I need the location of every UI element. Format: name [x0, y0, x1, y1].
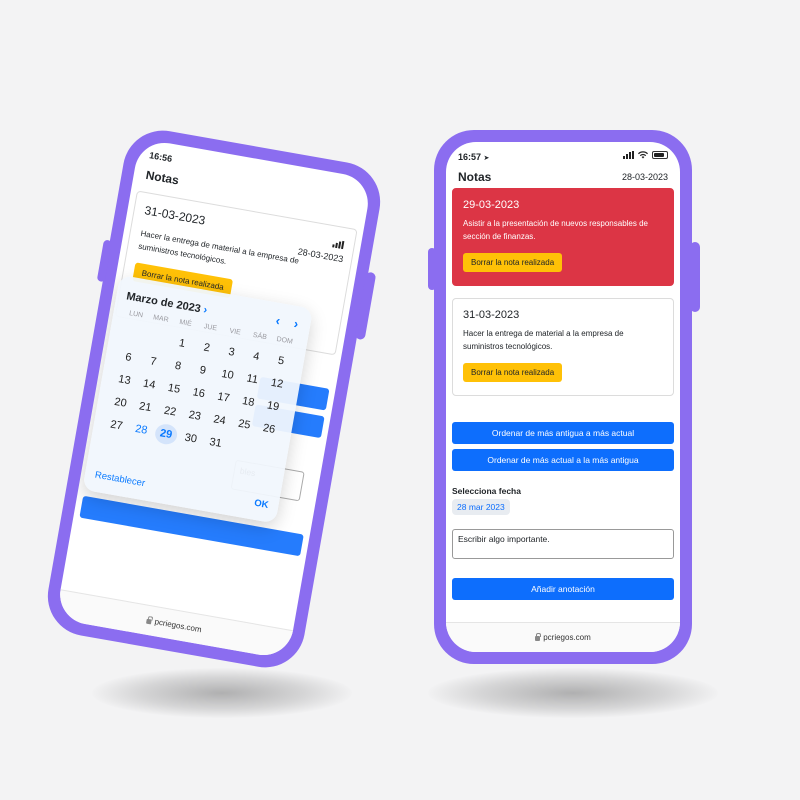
calendar-empty-cell [251, 440, 279, 464]
calendar-day[interactable]: 27 [102, 413, 130, 437]
calendar-weekday: VIE [228, 327, 242, 337]
note-card-urgent: 29-03-2023 Asistir a la presentación de … [452, 188, 674, 286]
signal-icon [332, 239, 345, 250]
reset-button[interactable]: Restablecer [94, 470, 146, 490]
right-phone-shadow [428, 668, 718, 718]
calendar-weekday: DOM [275, 336, 294, 346]
right-phone: 16:57 ➤ Notas 28-03-2023 29-03-2023 Asis… [428, 130, 700, 664]
note-text: Hacer la entrega de material a la empres… [463, 329, 624, 351]
right-phone-screen: 16:57 ➤ Notas 28-03-2023 29-03-2023 Asis… [446, 142, 680, 652]
status-time-text: 16:57 [458, 152, 482, 162]
calendar-day[interactable]: 9 [189, 359, 217, 383]
power-button [690, 242, 700, 312]
calendar-weekday: LUN [128, 310, 144, 320]
wifi-icon [638, 151, 648, 159]
calendar-weekday: JUE [203, 323, 218, 333]
ok-button[interactable]: OK [253, 498, 269, 511]
note-input[interactable]: Escribir algo importante. [452, 529, 674, 559]
calendar-nav: ‹ › [275, 313, 300, 332]
calendar-day[interactable]: 10 [213, 363, 241, 387]
previous-month-icon[interactable]: ‹ [275, 313, 282, 329]
calendar-day[interactable]: 3 [217, 340, 245, 364]
delete-note-button[interactable]: Borrar la nota realizada [463, 363, 563, 382]
calendar-empty-cell [118, 323, 146, 347]
next-month-icon[interactable]: › [293, 316, 300, 332]
lock-icon [146, 618, 152, 625]
status-time: 16:57 ➤ [458, 152, 489, 162]
note-date: 29-03-2023 [463, 199, 520, 211]
select-date-label: Selecciona fecha [452, 486, 521, 496]
calendar-weekday: MAR [152, 314, 170, 324]
note-date: 31-03-2023 [463, 309, 520, 321]
left-phone: 16:56 Notas 31-03-2023 28-03-2023 Hacer … [41, 124, 387, 674]
calendar-day[interactable]: 20 [106, 391, 134, 415]
volume-button [428, 248, 436, 290]
app-title: Notas [458, 170, 492, 184]
calendar-weekday: SÁB [252, 331, 268, 342]
power-button [354, 271, 377, 341]
date-picker-popup: Marzo de 2023› ‹ › LUN MAR MIÉ JUE VIE SÁB DOM… [82, 274, 314, 524]
lock-icon [535, 633, 541, 641]
chevron-right-icon[interactable]: › [202, 304, 208, 316]
status-time: 16:56 [148, 150, 173, 164]
left-phone-shadow [92, 668, 352, 718]
url-text: pcriegos.com [153, 617, 203, 635]
header-date: 28-03-2023 [621, 172, 668, 182]
calendar-day[interactable]: 18 [234, 390, 262, 414]
calendar-day[interactable]: 16 [185, 381, 213, 405]
status-icons [623, 151, 668, 159]
calendar-day[interactable]: 2 [193, 336, 221, 360]
calendar-day[interactable]: 1 [168, 332, 196, 356]
calendar-day[interactable]: 12 [263, 372, 291, 396]
calendar-day[interactable]: 21 [131, 395, 159, 419]
status-icons [331, 234, 345, 254]
sort-newest-button[interactable]: Ordenar de más actual a la más antigua [452, 449, 674, 471]
calendar-day[interactable]: 6 [114, 345, 142, 369]
calendar-day[interactable]: 25 [230, 413, 258, 437]
status-bar: 16:57 ➤ [446, 142, 680, 170]
location-arrow-icon: ➤ [483, 155, 490, 162]
calendar-day[interactable]: 28 [127, 418, 155, 442]
calendar-day[interactable]: 24 [205, 408, 233, 432]
calendar-day[interactable]: 11 [238, 367, 266, 391]
calendar-day[interactable]: 15 [160, 377, 188, 401]
url-text: pcriegos.com [543, 633, 591, 642]
calendar-day[interactable]: 26 [255, 417, 283, 441]
browser-url-bar[interactable]: pcriegos.com [446, 622, 680, 652]
signal-icon [623, 151, 634, 159]
calendar-day[interactable]: 7 [139, 350, 167, 374]
calendar-day[interactable]: 29 [153, 422, 179, 446]
calendar-empty-cell [226, 435, 254, 459]
calendar-day[interactable]: 22 [156, 400, 184, 424]
left-phone-screen: 16:56 Notas 31-03-2023 28-03-2023 Hacer … [55, 138, 373, 660]
sort-oldest-button[interactable]: Ordenar de más antigua a más actual [452, 422, 674, 444]
calendar-day[interactable]: 8 [164, 354, 192, 378]
calendar-day[interactable]: 23 [181, 404, 209, 428]
date-picker-field[interactable]: 28 mar 2023 [452, 499, 510, 515]
battery-icon [652, 151, 668, 159]
calendar-day[interactable]: 17 [209, 386, 237, 410]
add-note-button[interactable]: Añadir anotación [452, 578, 674, 600]
calendar-day[interactable]: 19 [259, 394, 287, 418]
calendar-empty-cell [143, 327, 171, 351]
calendar-grid: LUN MAR MIÉ JUE VIE SÁB DOM 1 2 3 4 5 6 7 8 9 10 11 12 13 14… [102, 306, 298, 464]
note-text: Asistir a la presentación de nuevos resp… [463, 219, 648, 241]
delete-note-button[interactable]: Borrar la nota realizada [463, 253, 563, 272]
calendar-day[interactable]: 14 [135, 373, 163, 397]
browser-url-bar[interactable]: pcriegos.com [55, 589, 294, 660]
note-card: 31-03-2023 Hacer la entrega de material … [452, 298, 674, 396]
calendar-day[interactable]: 31 [201, 431, 229, 455]
note-input-placeholder: Escribir algo importante. [458, 534, 550, 544]
calendar-day[interactable]: 13 [110, 368, 138, 392]
calendar-day[interactable]: 5 [267, 349, 295, 373]
calendar-day[interactable]: 30 [177, 427, 205, 451]
volume-button [96, 239, 112, 283]
calendar-weekday: MIÉ [178, 318, 193, 328]
app-header: Notas 28-03-2023 [458, 170, 668, 188]
calendar-day[interactable]: 4 [242, 345, 270, 369]
